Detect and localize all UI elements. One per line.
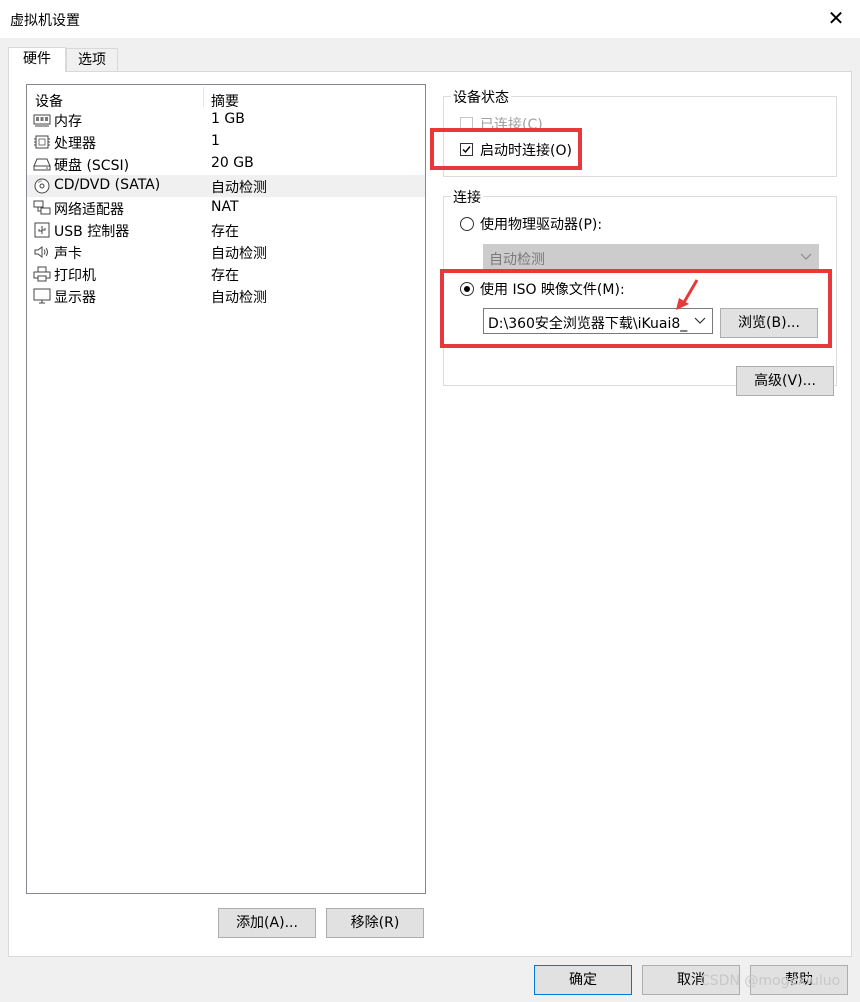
- device-name: CD/DVD (SATA): [54, 177, 161, 193]
- device-status-group: [443, 96, 837, 177]
- device-summary: 存在: [211, 268, 239, 284]
- device-summary: 20 GB: [211, 155, 254, 171]
- connected-label: 已连接(C): [480, 117, 543, 133]
- column-header-device[interactable]: 设备: [35, 91, 63, 111]
- physical-drive-select[interactable]: 自动检测: [483, 244, 819, 270]
- watermark: CSDN @mogexiuluo: [700, 973, 841, 989]
- window-title: 虚拟机设置: [10, 13, 80, 29]
- device-row-printer[interactable]: 打印机 存在: [27, 263, 425, 285]
- device-row-sound-card[interactable]: 声卡 自动检测: [27, 241, 425, 263]
- harddisk-icon: [33, 156, 51, 172]
- device-summary: 1 GB: [211, 111, 245, 127]
- cpu-icon: [33, 134, 51, 150]
- device-row-cd-dvd[interactable]: CD/DVD (SATA) 自动检测: [27, 175, 425, 197]
- iso-image-label: 使用 ISO 映像文件(M):: [480, 282, 625, 298]
- device-row-network-adapter[interactable]: 网络适配器 NAT: [27, 197, 425, 219]
- memory-icon: [33, 112, 51, 128]
- browse-button[interactable]: 浏览(B)...: [720, 308, 818, 338]
- iso-image-radio[interactable]: [460, 282, 474, 296]
- title-bar: 虚拟机设置 ✕: [0, 0, 860, 38]
- device-row-harddisk[interactable]: 硬盘 (SCSI) 20 GB: [27, 153, 425, 175]
- tab-hardware[interactable]: 硬件: [8, 47, 66, 72]
- device-status-title: 设备状态: [451, 87, 511, 107]
- connected-checkbox[interactable]: [460, 117, 473, 130]
- device-summary: 自动检测: [211, 246, 267, 262]
- checkmark-icon: [462, 146, 471, 154]
- device-summary: 自动检测: [211, 290, 267, 306]
- connect-at-power-on-checkbox[interactable]: [460, 143, 473, 156]
- device-row-memory[interactable]: 内存 1 GB: [27, 109, 425, 131]
- connection-title: 连接: [451, 187, 483, 207]
- network-adapter-icon: [33, 200, 51, 216]
- speaker-icon: [33, 244, 51, 260]
- hardware-panel: 设备 摘要 内存 1 GB 处理器 1 硬盘 (SCSI) 20 GB CD/D…: [8, 71, 852, 957]
- column-header-summary[interactable]: 摘要: [211, 91, 239, 111]
- device-name: 内存: [54, 114, 82, 130]
- dialog-client: 硬件 选项 设备 摘要 内存 1 GB 处理器 1 硬盘 (SCSI) 20 G…: [0, 38, 860, 1002]
- cd-dvd-icon: [33, 178, 51, 194]
- device-name: 网络适配器: [54, 202, 124, 218]
- connect-at-power-on-label: 启动时连接(O): [480, 143, 572, 159]
- usb-icon: [33, 222, 51, 238]
- close-icon[interactable]: ✕: [824, 6, 848, 30]
- device-name: 显示器: [54, 290, 96, 306]
- device-name: 声卡: [54, 246, 82, 262]
- device-summary: 1: [211, 133, 220, 149]
- device-name: 硬盘 (SCSI): [54, 158, 130, 174]
- ok-button[interactable]: 确定: [534, 965, 632, 995]
- physical-drive-label: 使用物理驱动器(P):: [480, 217, 603, 233]
- device-row-display[interactable]: 显示器 自动检测: [27, 285, 425, 307]
- tab-options[interactable]: 选项: [66, 48, 118, 71]
- device-summary: 存在: [211, 224, 239, 240]
- add-device-button[interactable]: 添加(A)...: [218, 908, 316, 938]
- annotation-arrow-icon: [676, 279, 699, 310]
- chevron-down-icon: [694, 317, 706, 324]
- device-row-cpu[interactable]: 处理器 1: [27, 131, 425, 153]
- device-name: 处理器: [54, 136, 96, 152]
- device-summary: 自动检测: [211, 180, 267, 196]
- radio-dot: [464, 286, 470, 292]
- device-list[interactable]: 设备 摘要 内存 1 GB 处理器 1 硬盘 (SCSI) 20 GB CD/D…: [26, 84, 426, 894]
- physical-drive-value: 自动检测: [489, 252, 545, 268]
- device-summary: NAT: [211, 199, 239, 215]
- device-name: 打印机: [54, 268, 96, 284]
- device-row-usb-controller[interactable]: USB 控制器 存在: [27, 219, 425, 241]
- device-name: USB 控制器: [54, 224, 130, 240]
- remove-device-button[interactable]: 移除(R): [326, 908, 424, 938]
- physical-drive-radio[interactable]: [460, 217, 474, 231]
- column-divider[interactable]: [203, 87, 204, 107]
- advanced-button[interactable]: 高级(V)...: [736, 366, 834, 396]
- monitor-icon: [33, 288, 51, 304]
- chevron-down-icon: [800, 253, 812, 260]
- iso-path-value: D:\360安全浏览器下载\iKuai8_: [488, 316, 688, 332]
- printer-icon: [33, 266, 51, 282]
